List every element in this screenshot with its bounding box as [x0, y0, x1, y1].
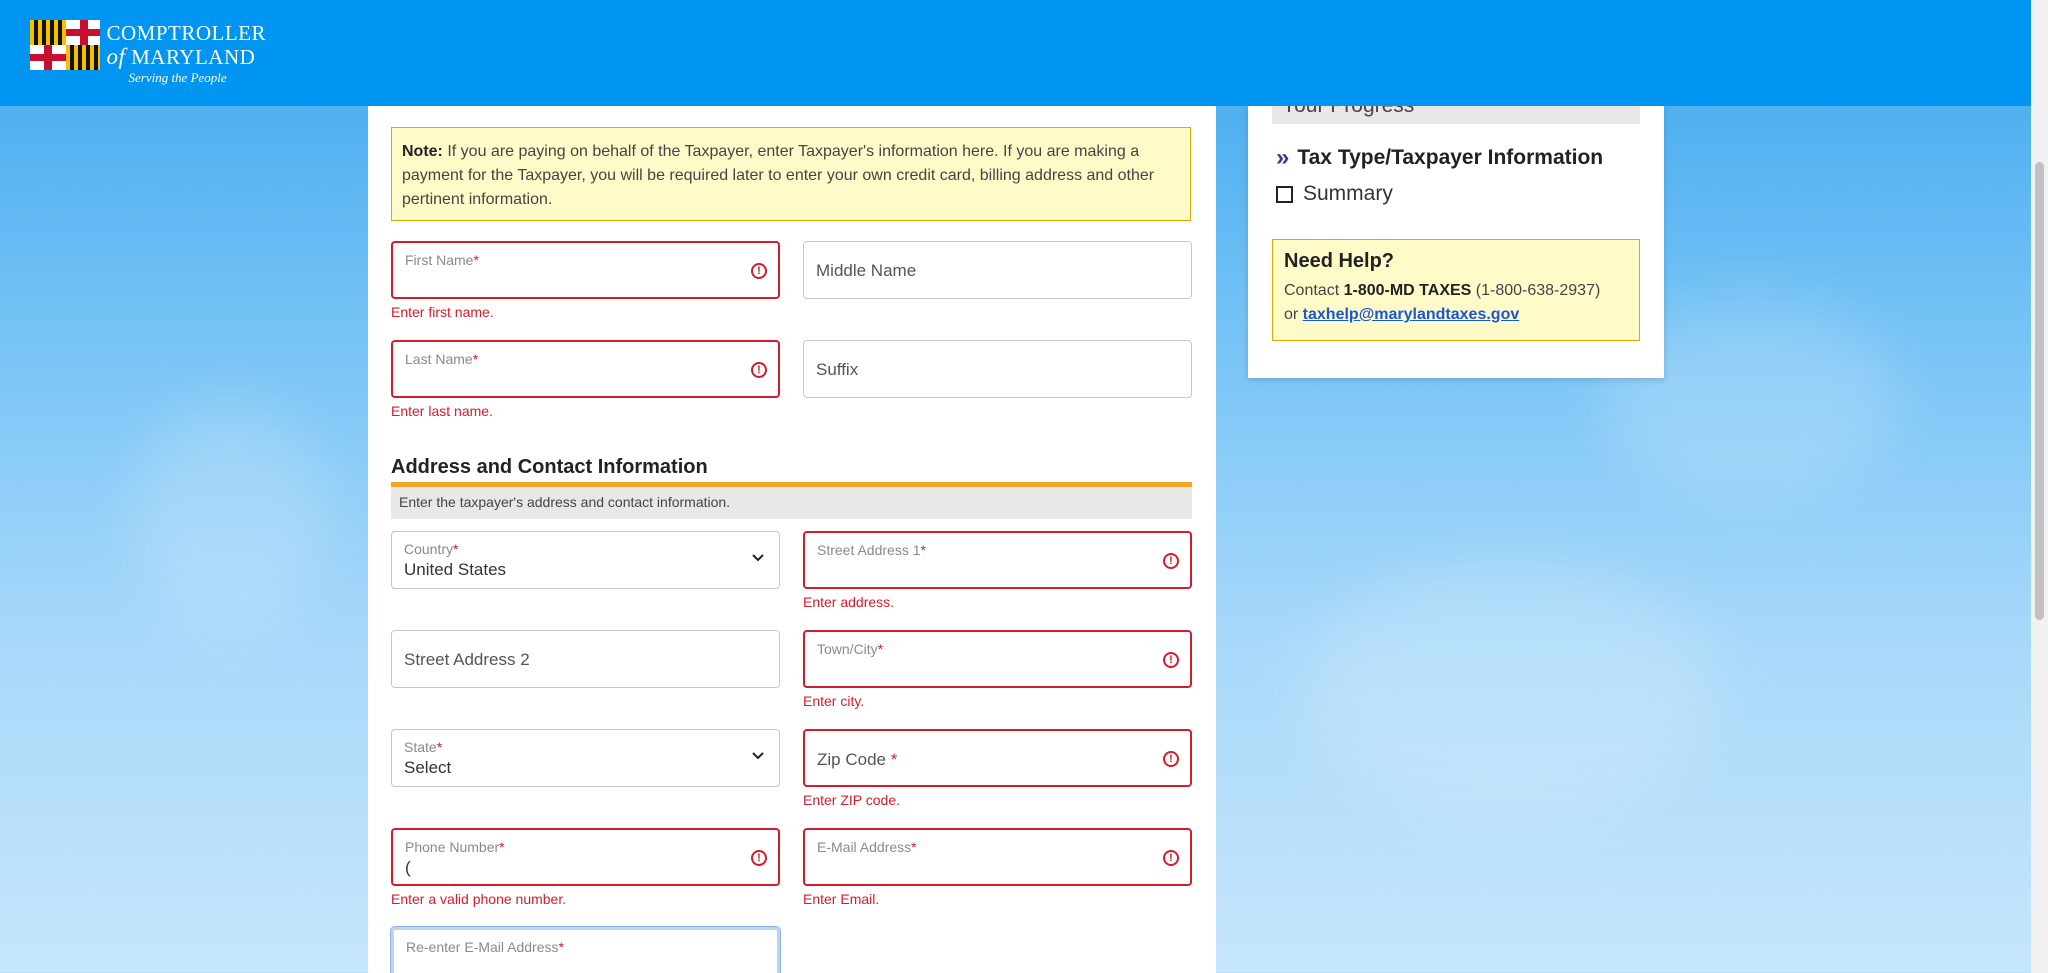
- error-icon: !: [1163, 652, 1179, 668]
- page-scrollbar[interactable]: [2031, 0, 2048, 973]
- zip-code-field[interactable]: Zip Code * !: [803, 729, 1192, 787]
- background-cloud: [130, 400, 330, 630]
- help-email-link[interactable]: taxhelp@marylandtaxes.gov: [1303, 306, 1520, 323]
- step-summary[interactable]: Summary: [1276, 182, 1393, 206]
- email-field[interactable]: E-Mail Address* !: [803, 828, 1192, 886]
- phone-number-error: Enter a valid phone number.: [391, 891, 567, 907]
- town-city-error: Enter city.: [803, 693, 865, 709]
- address-section-subtitle: Enter the taxpayer's address and contact…: [391, 487, 1192, 519]
- logo-text: COMPTROLLER of MARYLAND Serving the Peop…: [106, 20, 266, 90]
- address-section-title: Address and Contact Information: [391, 456, 708, 478]
- error-icon: !: [751, 850, 767, 866]
- progress-title-bar: Your Progress: [1272, 106, 1640, 124]
- state-select[interactable]: State* Select: [391, 729, 780, 787]
- phone-number-field[interactable]: Phone Number* ( !: [391, 828, 780, 886]
- note-box: Note: If you are paying on behalf of the…: [391, 127, 1191, 221]
- background-cloud: [1300, 560, 1720, 820]
- progress-side-panel: Your Progress » Tax Type/Taxpayer Inform…: [1248, 106, 1664, 378]
- country-select[interactable]: Country* United States: [391, 531, 780, 589]
- street-address-2-field[interactable]: Street Address 2: [391, 630, 780, 688]
- error-icon: !: [1163, 751, 1179, 767]
- help-title: Need Help?: [1284, 250, 1395, 272]
- note-text: If you are paying on behalf of the Taxpa…: [402, 143, 1155, 208]
- checkbox-icon: [1276, 185, 1293, 203]
- chevron-down-icon: [752, 752, 764, 760]
- chevron-down-icon: [752, 554, 764, 562]
- street-address-1-field[interactable]: Street Address 1* !: [803, 531, 1192, 589]
- last-name-field[interactable]: Last Name* !: [391, 340, 780, 398]
- error-icon: !: [1163, 553, 1179, 569]
- taxpayer-form-panel: Note: If you are paying on behalf of the…: [368, 106, 1216, 973]
- scrollbar-thumb[interactable]: [2035, 162, 2044, 620]
- step-tax-type[interactable]: » Tax Type/Taxpayer Information: [1276, 144, 1603, 172]
- help-email-line: or taxhelp@marylandtaxes.gov: [1284, 306, 1520, 323]
- comptroller-logo[interactable]: COMPTROLLER of MARYLAND Serving the Peop…: [30, 20, 266, 90]
- suffix-field[interactable]: Suffix: [803, 340, 1192, 398]
- logo-comptroller: COMPTROLLER: [106, 21, 266, 45]
- help-contact: Contact 1-800-MD TAXES (1-800-638-2937): [1284, 282, 1601, 299]
- zip-code-error: Enter ZIP code.: [803, 792, 901, 808]
- street-address-1-error: Enter address.: [803, 594, 895, 610]
- error-icon: !: [751, 263, 767, 279]
- need-help-box: Need Help? Contact 1-800-MD TAXES (1-800…: [1272, 239, 1640, 341]
- reenter-email-field[interactable]: Re-enter E-Mail Address*: [390, 926, 781, 973]
- progress-title: Your Progress: [1282, 106, 1414, 118]
- double-chevron-right-icon: »: [1276, 144, 1290, 171]
- site-header: COMPTROLLER of MARYLAND Serving the Peop…: [0, 0, 2048, 106]
- logo-maryland: of MARYLAND: [106, 44, 256, 69]
- first-name-error: Enter first name.: [391, 304, 494, 320]
- error-icon: !: [751, 362, 767, 378]
- maryland-flag-icon: [30, 20, 101, 70]
- logo-tagline: Serving the People: [128, 70, 227, 85]
- last-name-error: Enter last name.: [391, 403, 493, 419]
- middle-name-field[interactable]: Middle Name: [803, 241, 1192, 299]
- first-name-field[interactable]: First Name* !: [391, 241, 780, 299]
- town-city-field[interactable]: Town/City* !: [803, 630, 1192, 688]
- email-error: Enter Email.: [803, 891, 880, 907]
- error-icon: !: [1163, 850, 1179, 866]
- note-label: Note:: [402, 143, 443, 160]
